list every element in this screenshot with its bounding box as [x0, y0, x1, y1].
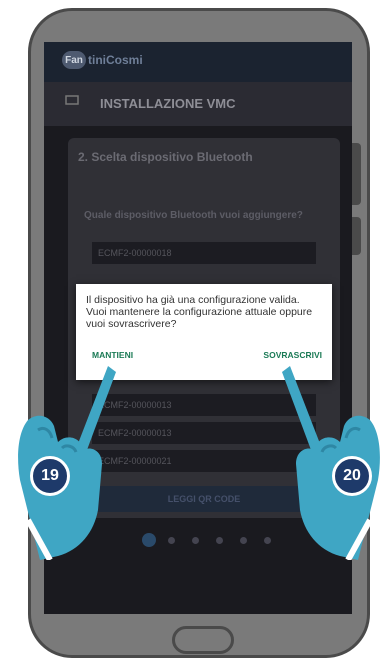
- page-dot-active: [142, 533, 156, 547]
- app-header: Fan tiniCosmi: [44, 42, 352, 82]
- dialog-message: Il dispositivo ha già una configurazione…: [86, 294, 313, 330]
- power-button: [351, 217, 361, 255]
- page-dot: [216, 537, 223, 544]
- pointing-hand-left-icon: [18, 366, 116, 560]
- logo-text: tiniCosmi: [88, 53, 143, 67]
- step-badge-20: 20: [332, 456, 372, 496]
- step-badge-19: 19: [30, 456, 70, 496]
- pointing-hand-right-icon: [282, 366, 380, 560]
- page-indicator: [104, 532, 294, 548]
- fantini-cosmi-logo: Fan tiniCosmi: [62, 50, 143, 70]
- device-item[interactable]: ECMF2-00000018: [92, 242, 316, 264]
- page-dot: [192, 537, 199, 544]
- volume-button: [351, 143, 361, 205]
- logo-badge: Fan: [62, 51, 86, 69]
- overwrite-button[interactable]: SOVRASCRIVI: [263, 350, 322, 360]
- install-title: INSTALLAZIONE VMC: [100, 96, 236, 111]
- step-title: 2. Scelta dispositivo Bluetooth: [78, 150, 253, 164]
- home-button[interactable]: [172, 626, 234, 654]
- page-dot: [240, 537, 247, 544]
- question-text: Quale dispositivo Bluetooth vuoi aggiung…: [84, 210, 303, 221]
- keep-button[interactable]: MANTIENI: [92, 350, 133, 360]
- install-bar: INSTALLAZIONE VMC: [44, 82, 352, 126]
- page-dot: [168, 537, 175, 544]
- vmc-icon: [64, 94, 80, 113]
